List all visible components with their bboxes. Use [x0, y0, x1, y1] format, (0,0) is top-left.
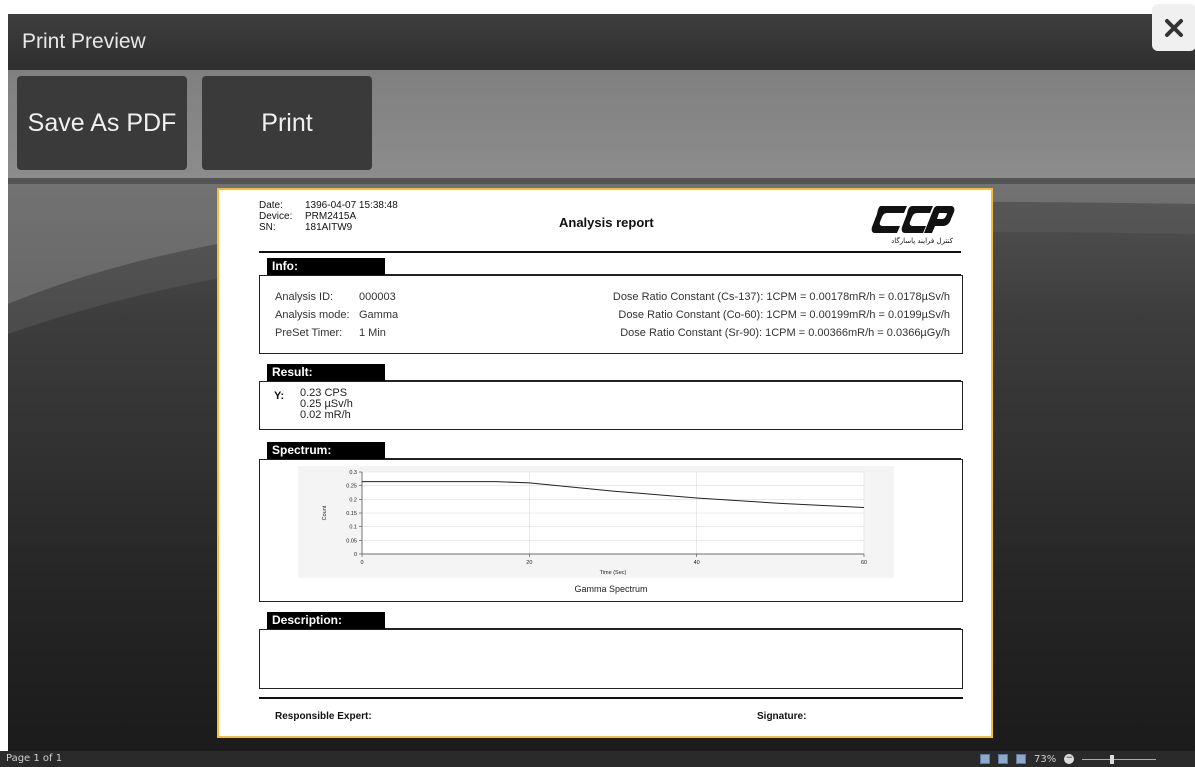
spectrum-box: 0 0.05 0.1 0.15 0.2 0.25 0.3 0 20 40 60 Time (Sec) C… — [259, 459, 963, 602]
analysis-mode-value: Gamma — [359, 309, 399, 321]
title-bar: Print Preview — [8, 14, 1195, 70]
preset-timer-value: 1 Min — [359, 327, 386, 339]
info-right: Dose Ratio Constant (Cs-137): 1CPM = 0.0… — [613, 288, 950, 342]
window-title: Print Preview — [22, 30, 146, 53]
zoom-slider[interactable] — [1082, 754, 1157, 764]
date-label: Date: — [259, 200, 283, 211]
date-value: 1396-04-07 15:38:48 — [305, 200, 398, 211]
description-heading: Description: — [267, 612, 385, 629]
preset-timer-label: PreSet Timer: — [275, 327, 343, 339]
info-box: Analysis ID: 000003 Analysis mode: Gamma P… — [259, 275, 963, 354]
company-logo: کنترل فرایند پاسارگاد — [871, 206, 955, 245]
y-axis-label: Count — [322, 505, 328, 520]
analysis-id-label: Analysis ID: — [275, 291, 334, 303]
report-page: Date: 1396-04-07 15:38:48 Device: PRM2415A… — [217, 188, 993, 738]
y-tick-label: 0.2 — [349, 497, 357, 503]
info-left: Analysis ID: 000003 Analysis mode: Gamma P… — [275, 288, 398, 342]
sn-label: SN: — [259, 222, 276, 233]
result-heading: Result: — [267, 364, 385, 381]
full-screen-icon[interactable] — [998, 754, 1008, 764]
save-as-pdf-button[interactable]: Save As PDF — [17, 76, 187, 170]
view-controls: 73% − — [980, 751, 1157, 767]
header-divider — [259, 251, 961, 253]
page-info: Page 1 of 1 — [6, 753, 63, 764]
sn-value: 181AITW9 — [305, 222, 353, 233]
gamma-symbol: Y: — [274, 390, 285, 402]
result-mrh: 0.02 mR/h — [300, 409, 351, 421]
y-tick-label: 0.25 — [346, 484, 357, 490]
zoom-level: 73% — [1034, 753, 1057, 765]
dose-cs137: Dose Ratio Constant (Cs-137): 1CPM = 0.0… — [612, 291, 950, 303]
x-tick-label: 20 — [526, 560, 532, 566]
zoom-out-icon[interactable]: − — [1064, 754, 1075, 764]
x-tick-label: 40 — [694, 560, 700, 566]
info-heading: Info: — [267, 258, 385, 275]
x-tick-label: 60 — [861, 560, 867, 566]
y-tick-label: 0.1 — [349, 525, 357, 531]
signature-label: Signature: — [757, 711, 807, 722]
logo-text: کنترل فرایند پاسارگاد — [891, 236, 954, 245]
device-label: Device: — [259, 211, 293, 222]
responsible-expert-label: Responsible Expert: — [275, 711, 372, 722]
close-icon — [1165, 18, 1183, 37]
dose-co60: Dose Ratio Constant (Co-60): 1CPM = 0.00… — [618, 309, 950, 321]
device-value: PRM2415A — [305, 211, 357, 222]
report-title: Analysis report — [559, 215, 654, 230]
y-tick-label: 0 — [354, 552, 357, 558]
footer-divider — [259, 697, 963, 699]
web-layout-icon[interactable] — [1016, 754, 1026, 764]
print-preview-window: Print Preview Save As PDF Print Date: 139… — [8, 14, 1195, 767]
x-tick-label: 0 — [360, 560, 363, 566]
analysis-mode-label: Analysis mode: — [275, 309, 350, 321]
result-box: Y: 0.23 CPS 0.25 µSv/h 0.02 mR/h — [259, 381, 963, 430]
toolbar: Save As PDF Print — [8, 70, 1195, 178]
x-axis-label: Time (Sec) — [600, 570, 627, 576]
print-layout-icon[interactable] — [980, 754, 990, 764]
y-tick-label: 0.15 — [346, 511, 357, 517]
description-box[interactable] — [259, 629, 963, 689]
y-tick-label: 0.05 — [346, 538, 357, 544]
chart-title: Gamma Spectrum — [574, 584, 648, 594]
result-values: 0.23 CPS 0.25 µSv/h 0.02 mR/h — [300, 388, 353, 421]
y-tick-label: 0.3 — [349, 470, 357, 476]
close-button[interactable] — [1152, 4, 1195, 51]
zoom-slider-thumb[interactable] — [1110, 755, 1115, 764]
report-meta: Date: 1396-04-07 15:38:48 Device: PRM2415A… — [259, 200, 398, 233]
spectrum-chart: 0 0.05 0.1 0.15 0.2 0.25 0.3 0 20 40 60 Time (Sec) C… — [298, 466, 894, 578]
zoom-slider-track — [1082, 759, 1157, 760]
print-button[interactable]: Print — [202, 76, 372, 170]
spectrum-heading: Spectrum: — [267, 442, 385, 459]
analysis-id-value: 000003 — [359, 291, 396, 303]
dose-sr90: Dose Ratio Constant (Sr-90): 1CPM = 0.00… — [620, 327, 950, 339]
status-bar: Page 1 of 1 73% − — [0, 751, 1195, 767]
